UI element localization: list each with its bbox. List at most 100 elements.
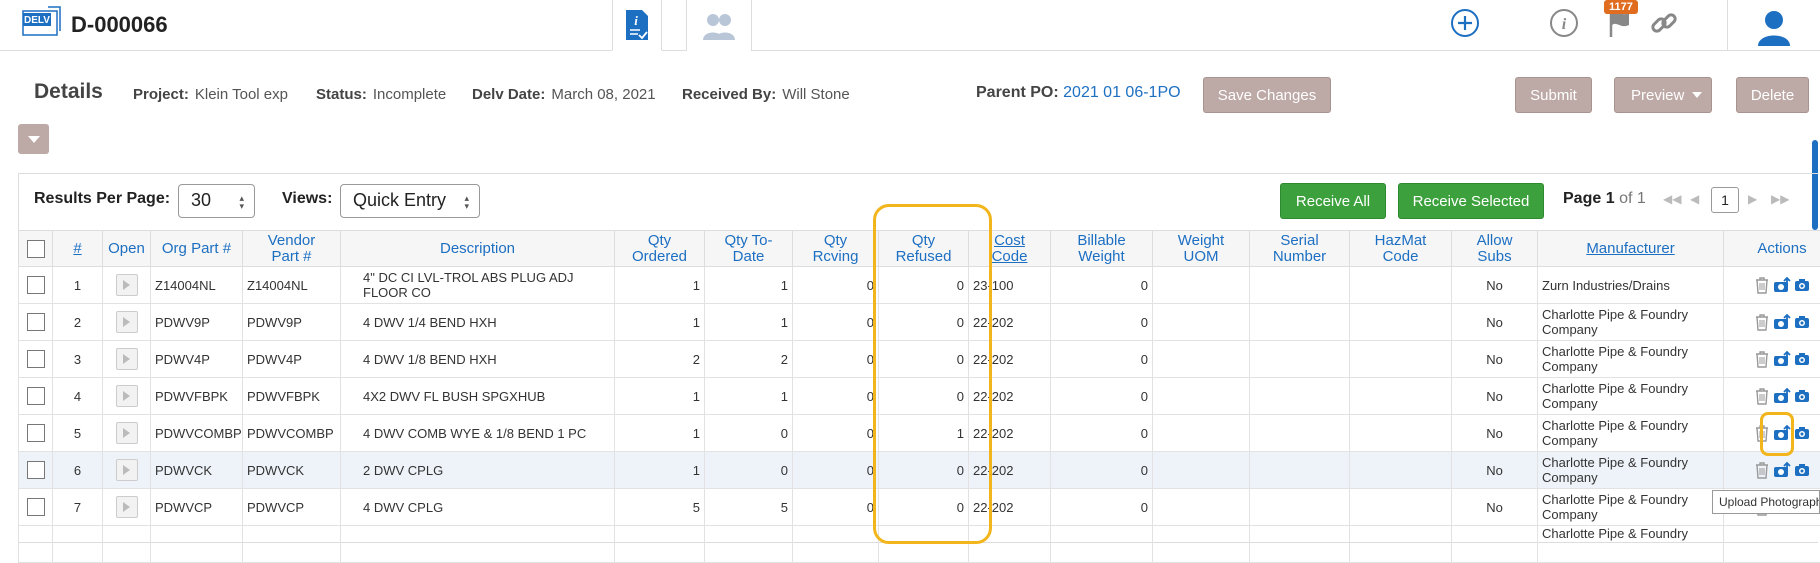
camera-icon[interactable] bbox=[1794, 426, 1810, 440]
qty-refused-cell[interactable]: 0 bbox=[879, 267, 969, 304]
table-row[interactable]: 5 PDWVCOMBP PDWVCOMBP 4 DWV COMB WYE & 1… bbox=[19, 415, 1820, 452]
serial-number-cell[interactable] bbox=[1250, 415, 1350, 452]
cost-code-cell[interactable]: 22-202 bbox=[969, 304, 1051, 341]
open-row-button[interactable] bbox=[116, 459, 138, 481]
open-cell[interactable] bbox=[103, 489, 151, 526]
link-icon[interactable] bbox=[1645, 4, 1683, 42]
row-checkbox[interactable] bbox=[27, 313, 45, 331]
prev-page-icon[interactable]: ◀ bbox=[1690, 192, 1699, 206]
qty-rcving-cell[interactable]: 0 bbox=[793, 452, 879, 489]
receive-all-button[interactable]: Receive All bbox=[1280, 183, 1386, 219]
cost-code-cell[interactable]: 22-202 bbox=[969, 415, 1051, 452]
col-qty-ordered[interactable]: QtyOrdered bbox=[615, 231, 705, 267]
save-changes-button[interactable]: Save Changes bbox=[1203, 77, 1331, 113]
row-checkbox-cell[interactable] bbox=[19, 378, 53, 415]
billable-weight-cell[interactable]: 0 bbox=[1051, 415, 1153, 452]
page-number-input[interactable]: 1 bbox=[1711, 187, 1739, 213]
serial-number-cell[interactable] bbox=[1250, 304, 1350, 341]
table-row[interactable]: 1 Z14004NL Z14004NL 4" DC CI LVL-TROL AB… bbox=[19, 267, 1820, 304]
cost-code-cell[interactable]: 22-202 bbox=[969, 378, 1051, 415]
row-checkbox-cell[interactable] bbox=[19, 489, 53, 526]
tab-details[interactable]: i bbox=[612, 0, 662, 51]
cost-code-cell[interactable]: 22-202 bbox=[969, 489, 1051, 526]
trash-icon[interactable] bbox=[1754, 350, 1770, 368]
user-avatar[interactable] bbox=[1727, 0, 1820, 51]
table-row[interactable]: 4 PDWVFBPK PDWVFBPK 4X2 DWV FL BUSH SPGX… bbox=[19, 378, 1820, 415]
billable-weight-cell[interactable]: 0 bbox=[1051, 341, 1153, 378]
submit-button[interactable]: Submit bbox=[1515, 77, 1592, 113]
billable-weight-cell[interactable]: 0 bbox=[1051, 489, 1153, 526]
row-checkbox-cell[interactable] bbox=[19, 267, 53, 304]
views-select[interactable]: Quick Entry ▴▾ bbox=[340, 184, 480, 218]
collapse-toggle-button[interactable] bbox=[18, 124, 49, 154]
upload-photo-icon[interactable] bbox=[1773, 425, 1791, 441]
row-checkbox[interactable] bbox=[27, 276, 45, 294]
trash-icon[interactable] bbox=[1754, 461, 1770, 479]
row-checkbox-cell[interactable] bbox=[19, 452, 53, 489]
open-cell[interactable] bbox=[103, 267, 151, 304]
weight-uom-cell[interactable] bbox=[1153, 452, 1250, 489]
qty-refused-cell[interactable]: 0 bbox=[879, 452, 969, 489]
serial-number-cell[interactable] bbox=[1250, 267, 1350, 304]
select-all-header[interactable] bbox=[19, 231, 53, 267]
row-checkbox[interactable] bbox=[27, 498, 45, 516]
upload-photo-icon[interactable] bbox=[1773, 462, 1791, 478]
col-qty-refused[interactable]: QtyRefused bbox=[879, 231, 969, 267]
open-cell[interactable] bbox=[103, 415, 151, 452]
col-allow-subs[interactable]: AllowSubs bbox=[1452, 231, 1538, 267]
camera-icon[interactable] bbox=[1794, 463, 1810, 477]
billable-weight-cell[interactable]: 0 bbox=[1051, 452, 1153, 489]
weight-uom-cell[interactable] bbox=[1153, 267, 1250, 304]
preview-button[interactable]: Preview bbox=[1614, 77, 1712, 113]
weight-uom-cell[interactable] bbox=[1153, 489, 1250, 526]
open-row-button[interactable] bbox=[116, 311, 138, 333]
first-page-icon[interactable]: ◀◀ bbox=[1663, 192, 1681, 206]
row-checkbox[interactable] bbox=[27, 424, 45, 442]
trash-icon[interactable] bbox=[1754, 424, 1770, 442]
billable-weight-cell[interactable]: 0 bbox=[1051, 304, 1153, 341]
hazmat-code-cell[interactable] bbox=[1350, 304, 1452, 341]
col-qty-rcving[interactable]: QtyRcving bbox=[793, 231, 879, 267]
open-row-button[interactable] bbox=[116, 385, 138, 407]
table-row[interactable]: 3 PDWV4P PDWV4P 4 DWV 1/8 BEND HXH 2 2 0… bbox=[19, 341, 1820, 378]
trash-icon[interactable] bbox=[1754, 313, 1770, 331]
add-icon[interactable] bbox=[1446, 4, 1484, 42]
col-weight-uom[interactable]: WeightUOM bbox=[1153, 231, 1250, 267]
open-row-button[interactable] bbox=[116, 422, 138, 444]
camera-icon[interactable] bbox=[1794, 352, 1810, 366]
camera-icon[interactable] bbox=[1794, 315, 1810, 329]
row-checkbox[interactable] bbox=[27, 461, 45, 479]
col-org-part[interactable]: Org Part # bbox=[151, 231, 243, 267]
serial-number-cell[interactable] bbox=[1250, 452, 1350, 489]
qty-refused-cell[interactable]: 1 bbox=[879, 415, 969, 452]
open-cell[interactable] bbox=[103, 452, 151, 489]
weight-uom-cell[interactable] bbox=[1153, 341, 1250, 378]
serial-number-cell[interactable] bbox=[1250, 489, 1350, 526]
table-row[interactable]: 6 PDWVCK PDWVCK 2 DWV CPLG 1 0 0 0 22-20… bbox=[19, 452, 1820, 489]
qty-rcving-cell[interactable]: 0 bbox=[793, 341, 879, 378]
open-cell[interactable] bbox=[103, 378, 151, 415]
open-row-button[interactable] bbox=[116, 496, 138, 518]
col-hazmat-code[interactable]: HazMatCode bbox=[1350, 231, 1452, 267]
hazmat-code-cell[interactable] bbox=[1350, 341, 1452, 378]
qty-rcving-cell[interactable]: 0 bbox=[793, 415, 879, 452]
col-cost-code[interactable]: CostCode bbox=[969, 231, 1051, 267]
info-icon[interactable]: i bbox=[1545, 4, 1583, 42]
open-row-button[interactable] bbox=[116, 348, 138, 370]
camera-icon[interactable] bbox=[1794, 278, 1810, 292]
hazmat-code-cell[interactable] bbox=[1350, 489, 1452, 526]
hazmat-code-cell[interactable] bbox=[1350, 452, 1452, 489]
upload-photo-icon[interactable] bbox=[1773, 314, 1791, 330]
cost-code-cell[interactable]: 22-202 bbox=[969, 341, 1051, 378]
upload-photo-icon[interactable] bbox=[1773, 351, 1791, 367]
cost-code-cell[interactable]: 23-100 bbox=[969, 267, 1051, 304]
open-row-button[interactable] bbox=[116, 274, 138, 296]
qty-refused-cell[interactable]: 0 bbox=[879, 489, 969, 526]
hazmat-code-cell[interactable] bbox=[1350, 415, 1452, 452]
qty-refused-cell[interactable]: 0 bbox=[879, 378, 969, 415]
billable-weight-cell[interactable]: 0 bbox=[1051, 378, 1153, 415]
row-checkbox-cell[interactable] bbox=[19, 415, 53, 452]
last-page-icon[interactable]: ▶▶ bbox=[1771, 192, 1789, 206]
qty-rcving-cell[interactable]: 0 bbox=[793, 267, 879, 304]
col-billable-weight[interactable]: BillableWeight bbox=[1051, 231, 1153, 267]
